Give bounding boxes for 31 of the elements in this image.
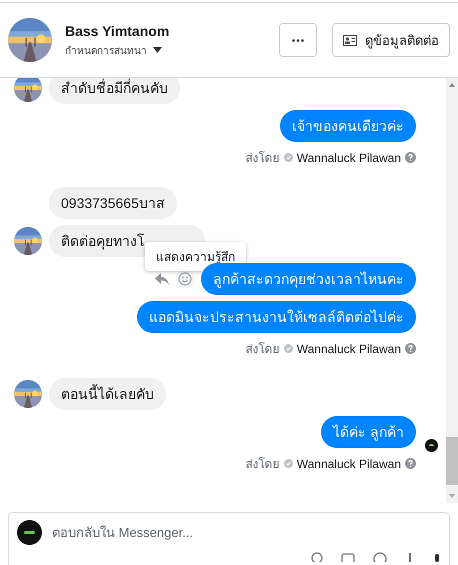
help-icon[interactable] xyxy=(405,458,416,469)
message-bubble: สำดับชื่อมีกี่คนคับ xyxy=(49,78,180,104)
message-bubble: ลูกค้าสะดวกคุยช่วงเวลาไหนคะ xyxy=(201,263,416,295)
message-bubble: แอดมินจะประสานงานให้เซลล์ติดต่อไปค่ะ xyxy=(137,301,416,333)
message-bubble: 0933735665บาส xyxy=(49,187,177,219)
conversation-settings-dropdown[interactable]: กำหนดการสนทนา xyxy=(65,42,279,58)
sender-name: Wannaluck Pilawan xyxy=(296,456,401,470)
scrollbar-thumb[interactable] xyxy=(446,437,458,485)
sent-by-label: ส่งโดย xyxy=(246,456,280,473)
message-bubble: ได้ค่ะ ลูกค้า xyxy=(321,416,416,448)
contact-card-icon xyxy=(343,34,357,46)
sent-by-label: ส่งโดย xyxy=(246,150,280,167)
sent-by-label: ส่งโดย xyxy=(246,341,280,358)
sender-name: Wannaluck Pilawan xyxy=(296,150,401,164)
page-avatar-icon xyxy=(17,520,42,545)
more-button[interactable] xyxy=(279,23,317,57)
sender-name: Wannaluck Pilawan xyxy=(296,342,401,356)
view-contact-button[interactable]: ดูข้อมูลติดต่อ xyxy=(332,23,450,57)
message-bubble: ตอนนี้ได้เลยคับ xyxy=(49,378,166,410)
caret-icon xyxy=(153,47,162,53)
contact-name: Bass Yimtanom xyxy=(65,22,170,38)
tooltip: แสดงความรู้สึก xyxy=(145,242,246,271)
check-icon xyxy=(284,153,293,162)
reply-icon[interactable] xyxy=(155,273,169,285)
more-icon xyxy=(292,38,304,42)
message-bubble: เจ้าของคนเดียวค่ะ xyxy=(280,110,416,142)
check-icon xyxy=(284,459,293,468)
check-icon xyxy=(284,344,293,353)
scrollbar[interactable] xyxy=(446,78,458,503)
help-icon[interactable] xyxy=(405,343,416,354)
help-icon[interactable] xyxy=(405,152,416,163)
